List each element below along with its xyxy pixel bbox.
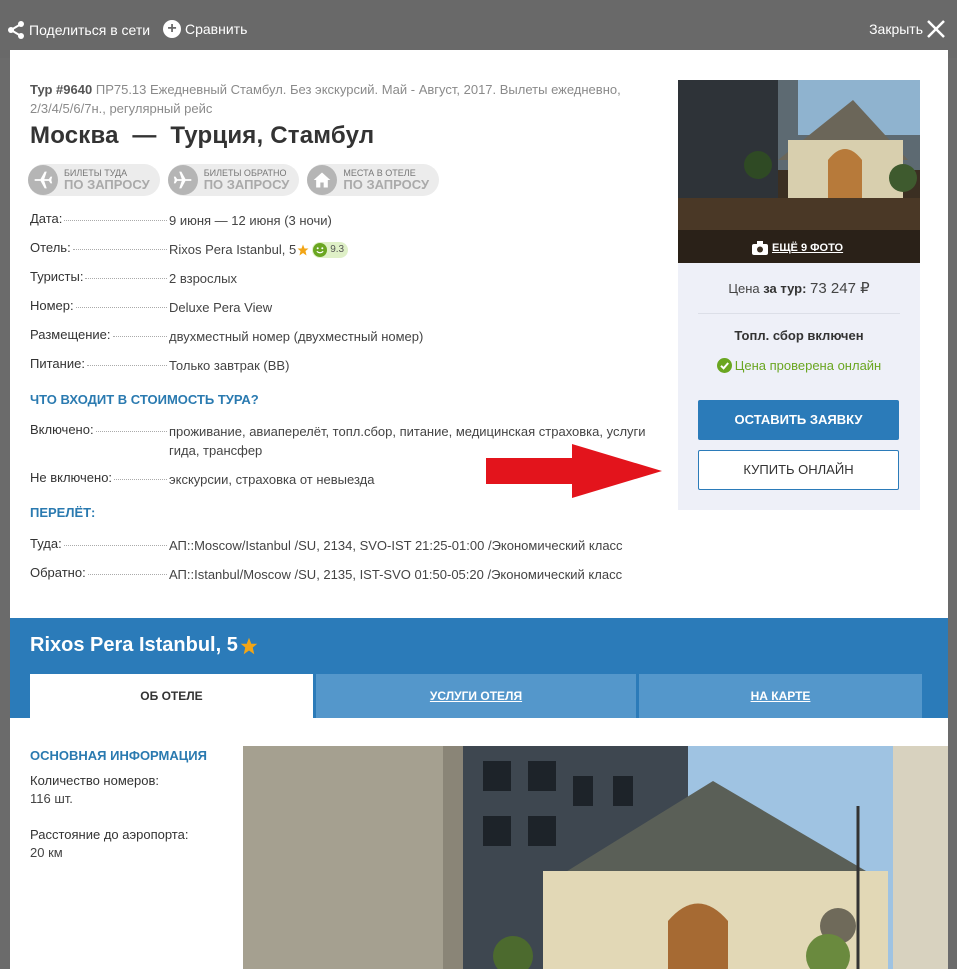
tourists-label: Туристы: [30, 269, 84, 284]
flight-heading: ПЕРЕЛЁТ: [30, 505, 96, 520]
share-button[interactable]: Поделиться в сети [6, 20, 150, 40]
tourists-value: 2 взрослых [169, 271, 237, 286]
placement-label: Размещение: [30, 327, 111, 342]
close-button[interactable]: Закрыть [869, 18, 947, 40]
plane-icon [167, 165, 198, 195]
price-line: Цена за тур: 73 247 ₽ [678, 279, 920, 297]
price-amount: 73 247 ₽ [810, 280, 870, 297]
house-icon [307, 165, 338, 195]
tour-number: Тур #9640 [30, 82, 93, 97]
hotel-main-photo[interactable] [243, 746, 948, 969]
basic-info: ОСНОВНАЯ ИНФОРМАЦИЯ Количество номеров: … [30, 748, 230, 860]
pill-tickets-back: БИЛЕТЫ ОБРАТНО ПО ЗАПРОСУ [167, 164, 300, 196]
rooms-label: Количество номеров: [30, 773, 159, 788]
detail-row-room: Номер: Deluxe Pera View [30, 298, 650, 327]
basic-info-heading: ОСНОВНАЯ ИНФОРМАЦИЯ [30, 748, 207, 763]
detail-row-date: Дата: 9 июня — 12 июня (3 ночи) [30, 211, 650, 240]
pill-tickets-there: БИЛЕТЫ ТУДА ПО ЗАПРОСУ [28, 164, 160, 196]
red-arrow-icon [486, 444, 662, 498]
pill-status: ПО ЗАПРОСУ [64, 177, 150, 192]
check-circle-icon [716, 358, 732, 373]
hotel-main-photo-image [243, 746, 948, 969]
hotel-photo-image [678, 80, 920, 263]
not-included-label: Не включено: [30, 470, 113, 485]
availability-pills: БИЛЕТЫ ТУДА ПО ЗАПРОСУ БИЛЕТЫ ОБРАТНО ПО З… [28, 164, 440, 196]
detail-row-hotel: Отель: Rixos Pera Istanbul, 5 9.3 [30, 240, 650, 269]
star-icon [240, 637, 258, 654]
hotel-title: Rixos Pera Istanbul, 5 [30, 634, 258, 657]
flight-back-row: Обратно: АП::Istanbul/Moscow /SU, 2135, … [30, 565, 650, 594]
room-value: Deluxe Pera View [169, 300, 273, 315]
compare-button[interactable]: + Сравнить [163, 20, 247, 38]
rating-value: 9.3 [330, 244, 345, 255]
hotel-value[interactable]: Rixos Pera Istanbul, 5 [169, 240, 296, 259]
date-label: Дата: [30, 211, 63, 226]
rooms-value: 116 шт. [30, 791, 73, 806]
share-label: Поделиться в сети [29, 22, 151, 38]
included-heading: ЧТО ВХОДИТ В СТОИМОСТЬ ТУРА? [30, 392, 259, 407]
detail-row-tourists: Туристы: 2 взрослых [30, 269, 650, 298]
tour-description: Тур #9640 ПР75.13 Ежедневный Стамбул. Бе… [30, 80, 650, 118]
tour-details: Дата: 9 июня — 12 июня (3 ночи) Отель: R… [30, 211, 650, 385]
pill-status: ПО ЗАПРОСУ [343, 177, 430, 192]
hotel-tabs: ОБ ОТЕЛЕ УСЛУГИ ОТЕЛЯ НА КАРТЕ [30, 674, 922, 718]
smile-icon [313, 242, 328, 257]
price-card: ЕЩЁ 9 ФОТО Цена за тур: 73 247 ₽ Топл. с… [678, 80, 920, 510]
buy-online-button[interactable]: КУПИТЬ ОНЛАЙН [698, 450, 899, 490]
divider [698, 313, 900, 314]
detail-row-meal: Питание: Только завтрак (BB) [30, 356, 650, 385]
price-prefix: Цена [728, 281, 764, 296]
flight-back-label: Обратно: [30, 565, 86, 580]
request-button[interactable]: ОСТАВИТЬ ЗАЯВКУ [698, 400, 899, 440]
meal-value: Только завтрак (BB) [169, 358, 290, 373]
share-icon [8, 21, 24, 39]
tour-panel: Тур #9640 ПР75.13 Ежедневный Стамбул. Бе… [10, 50, 948, 969]
fuel-surcharge-note: Топл. сбор включен [734, 328, 864, 343]
camera-icon [752, 241, 768, 255]
hotel-name: Rixos Pera Istanbul, 5 [30, 634, 238, 656]
close-label: Закрыть [869, 21, 923, 37]
price-checked: Цена проверена онлайн [678, 358, 920, 373]
meal-label: Питание: [30, 356, 85, 371]
room-label: Номер: [30, 298, 74, 313]
flight-there-value: АП::Moscow/Istanbul /SU, 2134, SVO-IST 2… [169, 538, 623, 553]
compare-label: Сравнить [185, 21, 248, 37]
airport-label: Расстояние до аэропорта: [30, 827, 189, 842]
detail-row-placement: Размещение: двухместный номер (двухместн… [30, 327, 650, 356]
price-checked-label: Цена проверена онлайн [734, 358, 882, 373]
price-bold-label: за тур: [763, 281, 807, 296]
tab-on-map[interactable]: НА КАРТЕ [639, 674, 922, 718]
pill-hotel-places: МЕСТА В ОТЕЛЕ ПО ЗАПРОСУ [307, 164, 440, 196]
flight-details: Туда: АП::Moscow/Istanbul /SU, 2134, SVO… [30, 536, 650, 594]
tab-about-hotel[interactable]: ОБ ОТЕЛЕ [30, 674, 313, 718]
date-value: 9 июня — 12 июня (3 ночи) [169, 213, 332, 228]
flight-there-row: Туда: АП::Moscow/Istanbul /SU, 2134, SVO… [30, 536, 650, 565]
placement-value: двухместный номер (двухместный номер) [169, 329, 424, 344]
hotel-photo[interactable]: ЕЩЁ 9 ФОТО [678, 80, 920, 263]
tab-hotel-services[interactable]: УСЛУГИ ОТЕЛЯ [316, 674, 636, 718]
more-photos-link[interactable]: ЕЩЁ 9 ФОТО [752, 241, 843, 255]
included-label: Включено: [30, 422, 94, 437]
hotel-label: Отель: [30, 240, 71, 255]
airport-value: 20 км [30, 845, 63, 860]
plus-icon: + [163, 20, 181, 38]
pill-status: ПО ЗАПРОСУ [203, 177, 290, 192]
route-title: Москва — Турция, Стамбул [30, 122, 375, 149]
tour-summary: ПР75.13 Ежедневный Стамбул. Без экскурси… [30, 82, 621, 116]
close-icon [927, 20, 945, 38]
flight-there-label: Туда: [30, 536, 62, 551]
star-icon [297, 244, 309, 255]
plane-icon [28, 165, 58, 195]
flight-back-value: АП::Istanbul/Moscow /SU, 2135, IST-SVO 0… [169, 567, 623, 582]
rating-badge: 9.3 [312, 241, 349, 258]
more-photos-label: ЕЩЁ 9 ФОТО [772, 242, 844, 254]
hotel-header: Rixos Pera Istanbul, 5 ОБ ОТЕЛЕ УСЛУГИ О… [10, 618, 948, 718]
